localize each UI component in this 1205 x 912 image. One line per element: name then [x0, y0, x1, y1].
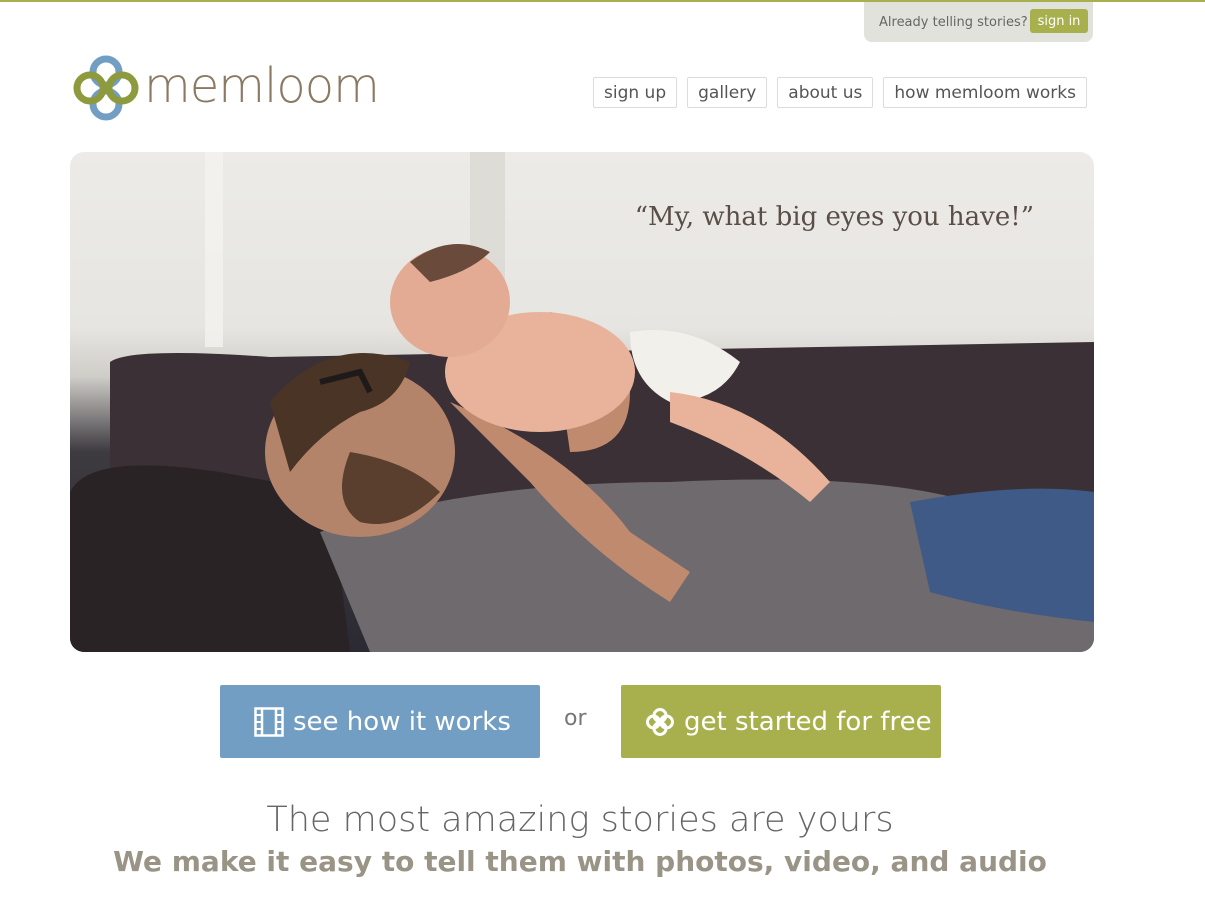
signin-prompt: Already telling stories? — [879, 14, 1028, 30]
main-nav: sign up gallery about us how memloom wor… — [593, 77, 1097, 108]
nav-about-us[interactable]: about us — [777, 77, 874, 108]
get-started-for-free-button[interactable]: get started for free — [621, 685, 941, 758]
quatrefoil-knot-icon — [73, 55, 139, 120]
nav-gallery[interactable]: gallery — [687, 77, 768, 108]
logo-wordmark: memloom — [144, 58, 380, 114]
hero-photo: “My, what big eyes you have!” — [70, 152, 1094, 652]
page-subline: We make it easy to tell them with photos… — [113, 845, 1047, 878]
signin-button[interactable]: sign in — [1030, 9, 1088, 33]
nav-how-memloom-works[interactable]: how memloom works — [883, 77, 1087, 108]
quatrefoil-icon — [645, 707, 675, 737]
memloom-logo[interactable]: memloom — [70, 50, 380, 125]
film-strip-icon — [254, 706, 284, 737]
signin-tab: Already telling stories? sign in — [864, 2, 1093, 42]
get-started-for-free-label: get started for free — [684, 706, 932, 737]
or-separator: or — [564, 706, 587, 731]
see-how-it-works-button[interactable]: see how it works — [220, 685, 540, 758]
hero-quote: “My, what big eyes you have!” — [634, 202, 1034, 232]
see-how-it-works-label: see how it works — [293, 706, 511, 737]
nav-sign-up[interactable]: sign up — [593, 77, 678, 108]
page-tagline: The most amazing stories are yours — [266, 800, 894, 840]
